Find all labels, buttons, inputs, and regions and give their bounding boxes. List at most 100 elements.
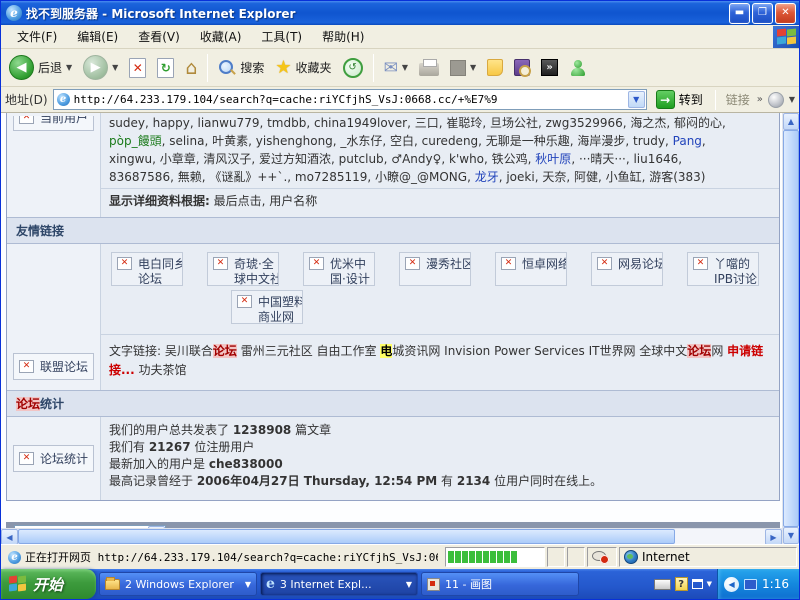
friendly-link-button[interactable]: ✕中国塑料商业网 <box>231 290 303 324</box>
scroll-up-icon[interactable]: ▲ <box>783 113 799 130</box>
detail-sort-line: 显示详细资料根据: 最后点击, 用户名称 <box>101 188 779 215</box>
friendly-link-button[interactable]: ✕奇琥·全球中文社 <box>207 252 279 286</box>
user-list-line: xingwu, 小章章, 清风汉子, 爱过方知酒浓, putclub, ♂And… <box>109 150 771 168</box>
ime-help-icon[interactable]: ? <box>675 577 688 591</box>
user-list-line: pòp_饅頭, selina, 叶黄素, yishenghong, _水东仔, … <box>109 132 771 150</box>
current-users-row: ✕ 当前用户 sudey, happy, lianwu779, tmdbb, c… <box>7 113 779 217</box>
friendly-link-button[interactable]: ✕丫噹的IPB讨论 <box>687 252 759 286</box>
status-bar: e 正在打开网页 http://64.233.179.104/search?q=… <box>1 544 799 569</box>
task-button[interactable]: e3 Internet Expl...▼ <box>260 572 418 596</box>
progress-block <box>518 551 524 563</box>
friendly-link-button[interactable]: ✕电白同乡论坛 <box>111 252 183 286</box>
friendly-link-label: 恒卓网络 <box>522 257 567 272</box>
go-button[interactable]: → 转到 <box>652 89 707 110</box>
text-segment: sudey, happy, lianwu779, tmdbb, china194… <box>109 116 726 130</box>
task-button[interactable]: 2 Windows Explorer ▼ <box>99 572 257 596</box>
task-group-arrow-icon[interactable]: ▼ <box>245 580 251 589</box>
scroll-down-icon[interactable]: ▼ <box>783 527 799 544</box>
browser-viewport: ✕ 当前用户 sudey, happy, lianwu779, tmdbb, c… <box>1 113 799 544</box>
restore-langbar-icon[interactable] <box>692 579 703 589</box>
start-button[interactable]: 开始 <box>1 569 96 599</box>
menu-item-编辑[interactable]: 编辑(E) <box>67 25 128 48</box>
links-label[interactable]: 链接 <box>724 91 752 108</box>
user-list-line: 83687586, 無赖, 《谜亂》++`., mo7285119, 小瞭@_@… <box>109 168 771 186</box>
text-segment: 统计 <box>40 397 64 411</box>
friendly-link-label: 网易论坛 <box>618 257 663 272</box>
menu-item-帮助[interactable]: 帮助(H) <box>312 25 374 48</box>
menu-item-收藏[interactable]: 收藏(A) <box>190 25 252 48</box>
keyboard-icon[interactable] <box>654 579 671 590</box>
hide-icons-chevron-icon[interactable]: ◀ <box>724 577 739 592</box>
favorites-label: 收藏夹 <box>296 59 332 76</box>
langbar-options-icon[interactable]: ▼ <box>707 580 712 588</box>
friendly-link-button[interactable]: ✕优米中国·设计 <box>303 252 375 286</box>
friendly-link-button[interactable]: ✕ 网易论坛 <box>591 252 663 286</box>
favorites-button[interactable]: ★ 收藏夹 <box>271 55 335 80</box>
vertical-scrollbar[interactable]: ▲ ▼ <box>782 113 799 544</box>
text-segment: 篇文章 <box>291 423 331 437</box>
standard-toolbar: ◀ 后退 ▼ ▶ ▼ ✕ ↻ ⌂ 搜索 ★ 收藏夹 ↺ ✉▼ ▼ » <box>1 49 799 87</box>
forum-stats-box: ✕ 论坛统计 <box>13 445 94 472</box>
links-chevron-icon[interactable]: » <box>757 94 763 105</box>
user-list-line: sudey, happy, lianwu779, tmdbb, china194… <box>109 114 771 132</box>
broken-image-icon: ✕ <box>597 257 612 270</box>
alliance-forum-label: 联盟论坛 <box>40 358 88 375</box>
history-button[interactable]: ↺ <box>339 56 367 80</box>
window-title: 找不到服务器 - Microsoft Internet Explorer <box>26 5 727 22</box>
messenger-button[interactable] <box>565 57 591 79</box>
forward-button[interactable]: ▶ ▼ <box>79 53 122 82</box>
link-label-line1: 中国塑料 <box>258 295 303 310</box>
network-tray-icon[interactable] <box>744 579 757 590</box>
broken-image-icon: ✕ <box>693 257 708 270</box>
task-group-arrow-icon[interactable]: ▼ <box>406 580 412 589</box>
address-url: http://64.233.179.104/search?q=cache:riY… <box>74 93 624 106</box>
friendly-links-row: ✕ 联盟论坛 ✕电白同乡论坛✕奇琥·全球中文社✕优米中国·设计✕漫秀社区✕恒卓网… <box>7 244 779 390</box>
refresh-button[interactable]: ↻ <box>153 56 178 80</box>
mail-button[interactable]: ✉▼ <box>380 56 412 80</box>
minimize-button[interactable]: ▬ <box>729 3 750 24</box>
horizontal-scroll-thumb[interactable] <box>18 529 675 544</box>
text-segment: 电 <box>380 344 392 358</box>
back-button[interactable]: ◀ 后退 ▼ <box>5 53 76 82</box>
addon-orb-icon[interactable] <box>768 92 784 108</box>
close-button[interactable]: ✕ <box>775 3 796 24</box>
forum-stats-lines: 我们的用户总共发表了 1238908 篇文章我们有 21267 位注册用户最新加… <box>109 418 771 498</box>
text-segment: 论坛 <box>213 344 237 358</box>
scroll-right-icon[interactable]: ▶ <box>765 529 782 544</box>
home-button[interactable]: ⌂ <box>181 56 201 80</box>
menu-item-查看[interactable]: 查看(V) <box>128 25 190 48</box>
task-button[interactable]: 11 - 画图 <box>421 572 579 596</box>
link-label-line1: 丫噹的 <box>714 257 757 272</box>
notes-button[interactable] <box>483 57 507 78</box>
edit-button[interactable]: ▼ <box>446 58 480 78</box>
friendly-link-button[interactable]: ✕恒卓网络 <box>495 252 567 286</box>
mail-dropdown-icon: ▼ <box>402 63 408 72</box>
friendly-link-button[interactable]: ✕漫秀社区 <box>399 252 471 286</box>
broken-image-icon: ✕ <box>237 295 252 308</box>
home-icon: ⌂ <box>185 58 197 78</box>
address-bar: 地址(D) e http://64.233.179.104/search?q=c… <box>1 87 799 113</box>
stop-button[interactable]: ✕ <box>125 56 150 80</box>
menu-item-文件[interactable]: 文件(F) <box>7 25 67 48</box>
menu-item-工具[interactable]: 工具(T) <box>251 25 312 48</box>
search-button[interactable]: 搜索 <box>214 57 268 79</box>
link-label-line1: 电白同乡 <box>138 257 183 272</box>
ie-icon: e <box>266 576 275 592</box>
address-input[interactable]: e http://64.233.179.104/search?q=cache:r… <box>53 89 647 110</box>
privacy-blocked-icon[interactable] <box>592 550 609 564</box>
maximize-button[interactable]: ❐ <box>752 3 773 24</box>
vertical-scroll-thumb[interactable] <box>783 130 799 527</box>
horizontal-scrollbar[interactable]: ◀ ▶ <box>1 528 782 544</box>
task-label: 2 Windows Explorer <box>125 578 234 591</box>
scroll-left-icon[interactable]: ◀ <box>1 529 18 544</box>
addon-dropdown-icon[interactable]: ▼ <box>789 95 795 104</box>
current-users-box: ✕ 当前用户 <box>13 116 94 134</box>
back-dropdown-icon[interactable]: ▼ <box>66 63 72 72</box>
dictionary-button[interactable] <box>510 57 534 78</box>
flashget-button[interactable]: » <box>537 57 562 78</box>
address-dropdown-icon[interactable]: ▼ <box>628 91 645 108</box>
alliance-forum-link[interactable]: ✕ 联盟论坛 <box>13 353 94 380</box>
print-button[interactable] <box>415 57 443 78</box>
link-label-line1: 漫秀社区 <box>426 257 471 272</box>
text-segment: 论坛 <box>687 344 711 358</box>
